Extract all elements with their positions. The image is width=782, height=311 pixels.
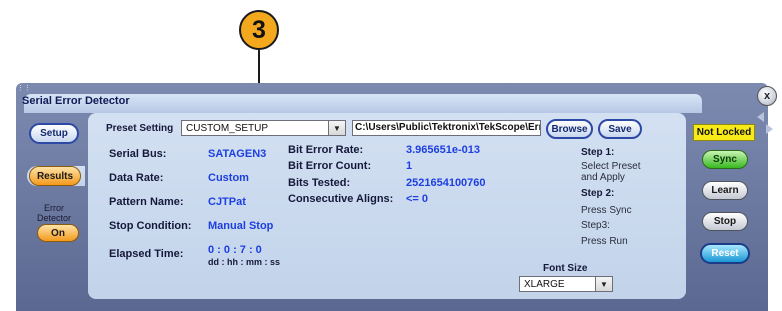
bit-error-rate-value: 3.965651e-013 xyxy=(406,144,481,156)
serial-bus-label: Serial Bus: xyxy=(109,148,167,160)
data-rate-label: Data Rate: xyxy=(109,172,164,184)
callout-number-badge: 3 xyxy=(239,10,279,50)
error-detector-on-button[interactable]: On xyxy=(37,224,79,242)
consecutive-aligns-value: <= 0 xyxy=(406,193,429,205)
bit-error-count-value: 1 xyxy=(406,160,413,172)
consecutive-aligns-label: Consecutive Aligns: xyxy=(288,193,394,205)
close-icon: x xyxy=(763,90,771,102)
window-title: Serial Error Detector xyxy=(22,95,130,107)
collapse-left-arrow-icon[interactable] xyxy=(757,112,764,122)
font-size-label: Font Size xyxy=(543,263,588,274)
step1-line1: Select Preset xyxy=(581,161,641,172)
bits-tested-label: Bits Tested: xyxy=(288,177,351,189)
preset-setting-label: Preset Setting xyxy=(106,123,174,134)
elapsed-time-format: dd : hh : mm : ss xyxy=(208,257,280,267)
sync-button[interactable]: Sync xyxy=(702,150,748,169)
chevron-down-icon[interactable]: ▼ xyxy=(328,121,345,135)
elapsed-time-label: Elapsed Time: xyxy=(109,248,184,260)
close-button[interactable]: x xyxy=(757,86,777,106)
save-button[interactable]: Save xyxy=(598,119,642,139)
window-grip-icon[interactable]: ⋮⋮ xyxy=(17,84,31,92)
bits-tested-value: 2521654100760 xyxy=(406,177,486,189)
error-detector-label: Error Detector xyxy=(24,203,84,223)
bit-error-count-label: Bit Error Count: xyxy=(288,160,372,172)
setup-button[interactable]: Setup xyxy=(29,123,79,144)
stop-button[interactable]: Stop xyxy=(702,212,748,231)
results-button[interactable]: Results xyxy=(29,166,81,186)
preset-path-field[interactable]: C:\Users\Public\Tektronix\TekScope\Err xyxy=(352,120,541,136)
font-size-dropdown[interactable]: XLARGE ▼ xyxy=(519,276,613,292)
stop-condition-value: Manual Stop xyxy=(208,220,274,232)
pattern-name-value: CJTPat xyxy=(208,196,246,208)
serial-bus-value: SATAGEN3 xyxy=(208,148,267,160)
stop-condition-label: Stop Condition: xyxy=(109,220,192,232)
preset-setting-dropdown[interactable]: CUSTOM_SETUP ▼ xyxy=(181,120,346,136)
pattern-name-label: Pattern Name: xyxy=(109,196,184,208)
error-detector-label-line2: Detector xyxy=(36,213,71,223)
error-detector-label-line1: Error xyxy=(44,203,64,213)
step2-title: Step 2: xyxy=(581,188,615,199)
reset-button[interactable]: Reset xyxy=(700,243,750,264)
bit-error-rate-label: Bit Error Rate: xyxy=(288,144,364,156)
step1-title: Step 1: xyxy=(581,147,615,158)
step3-text: Press Run xyxy=(581,236,628,247)
font-size-value: XLARGE xyxy=(524,278,565,290)
expand-right-arrow-icon[interactable] xyxy=(766,124,773,134)
elapsed-time-value: 0 : 0 : 7 : 0 xyxy=(208,244,262,256)
preset-setting-value: CUSTOM_SETUP xyxy=(186,122,269,134)
learn-button[interactable]: Learn xyxy=(702,181,748,200)
chevron-down-icon[interactable]: ▼ xyxy=(595,277,612,291)
browse-button[interactable]: Browse xyxy=(546,119,593,139)
step1-line2: and Apply xyxy=(581,172,625,183)
lock-status-badge: Not Locked xyxy=(693,124,755,141)
data-rate-value: Custom xyxy=(208,172,249,184)
step2-text: Press Sync xyxy=(581,205,632,216)
step3-title: Step3: xyxy=(581,220,610,231)
